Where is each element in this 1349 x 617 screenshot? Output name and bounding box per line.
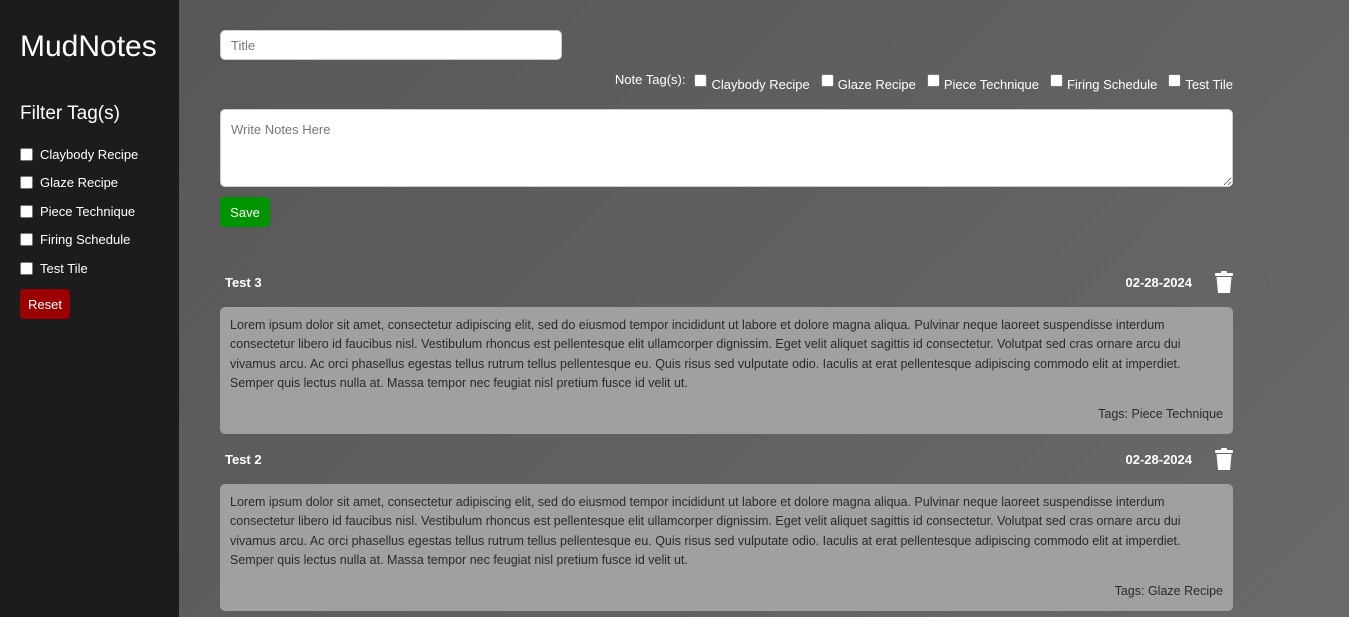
filter-item-piece-technique[interactable]: Piece Technique	[20, 197, 138, 226]
filter-item-test-tile[interactable]: Test Tile	[20, 254, 138, 283]
reset-button[interactable]: Reset	[20, 289, 70, 319]
note-tags-text: Tags: Piece Technique	[1098, 406, 1223, 421]
note-tag-label: Claybody Recipe	[711, 77, 810, 92]
filter-checkbox[interactable]	[20, 204, 33, 218]
note-tags-label: Note Tag(s):	[614, 72, 686, 87]
note-body: Lorem ipsum dolor sit amet, consectetur …	[230, 318, 1181, 391]
filter-checkbox[interactable]	[20, 233, 33, 247]
filter-checkbox[interactable]	[20, 147, 33, 161]
filter-label: Piece Technique	[40, 203, 136, 219]
note-tag-checkbox[interactable]	[1049, 74, 1063, 87]
note-card: Lorem ipsum dolor sit amet, consectetur …	[220, 484, 1233, 611]
note-header: Test 2 02-28-2024	[220, 447, 1233, 471]
filter-item-glaze-recipe[interactable]: Glaze Recipe	[20, 169, 138, 198]
filter-label: Test Tile	[40, 260, 88, 276]
sidebar: MudNotes Filter Tag(s) Claybody Recipe G…	[0, 0, 179, 617]
note-tag-checkbox[interactable]	[820, 74, 834, 87]
filter-item-firing-schedule[interactable]: Firing Schedule	[20, 226, 138, 255]
note-tag-claybody-recipe[interactable]: Claybody Recipe	[694, 74, 810, 92]
note-tag-label: Test Tile	[1185, 77, 1233, 92]
note-tag-label: Piece Technique	[943, 77, 1039, 92]
notes-textarea[interactable]	[220, 109, 1233, 187]
note-tags-text: Tags: Glaze Recipe	[1114, 583, 1223, 598]
filter-checkbox[interactable]	[20, 261, 33, 275]
note-body: Lorem ipsum dolor sit amet, consectetur …	[230, 495, 1181, 568]
note-tag-checkbox[interactable]	[1168, 74, 1182, 87]
note-tag-checkbox[interactable]	[926, 74, 940, 87]
filter-label: Glaze Recipe	[40, 175, 119, 191]
note-title: Test 2	[225, 451, 262, 467]
note-title: Test 3	[225, 274, 262, 290]
note-header: Test 3 02-28-2024	[220, 270, 1233, 294]
note-tag-checkbox[interactable]	[694, 74, 708, 87]
note-tag-firing-schedule[interactable]: Firing Schedule	[1049, 74, 1158, 92]
trash-icon[interactable]	[1215, 271, 1233, 293]
note-tag-label: Firing Schedule	[1066, 77, 1158, 92]
filter-label: Firing Schedule	[40, 232, 131, 248]
save-button[interactable]: Save	[220, 197, 270, 227]
note-tag-label: Glaze Recipe	[837, 77, 916, 92]
note-card: Lorem ipsum dolor sit amet, consectetur …	[220, 307, 1233, 434]
note-tag-piece-technique[interactable]: Piece Technique	[926, 74, 1039, 92]
note-date: 02-28-2024	[1125, 274, 1193, 290]
note-tag-test-tile[interactable]: Test Tile	[1168, 74, 1233, 92]
note-tags-row: Note Tag(s): Claybody Recipe Glaze Recip…	[614, 72, 1233, 92]
filter-item-claybody-recipe[interactable]: Claybody Recipe	[20, 140, 138, 169]
filter-label: Claybody Recipe	[40, 146, 139, 162]
filter-heading: Filter Tag(s)	[20, 103, 120, 124]
title-input[interactable]	[220, 30, 562, 60]
filter-list: Claybody Recipe Glaze Recipe Piece Techn…	[20, 140, 138, 283]
note-date: 02-28-2024	[1125, 451, 1193, 467]
trash-icon[interactable]	[1215, 448, 1233, 470]
app-brand: MudNotes	[20, 30, 157, 63]
note-tag-glaze-recipe[interactable]: Glaze Recipe	[820, 74, 916, 92]
filter-checkbox[interactable]	[20, 176, 33, 190]
